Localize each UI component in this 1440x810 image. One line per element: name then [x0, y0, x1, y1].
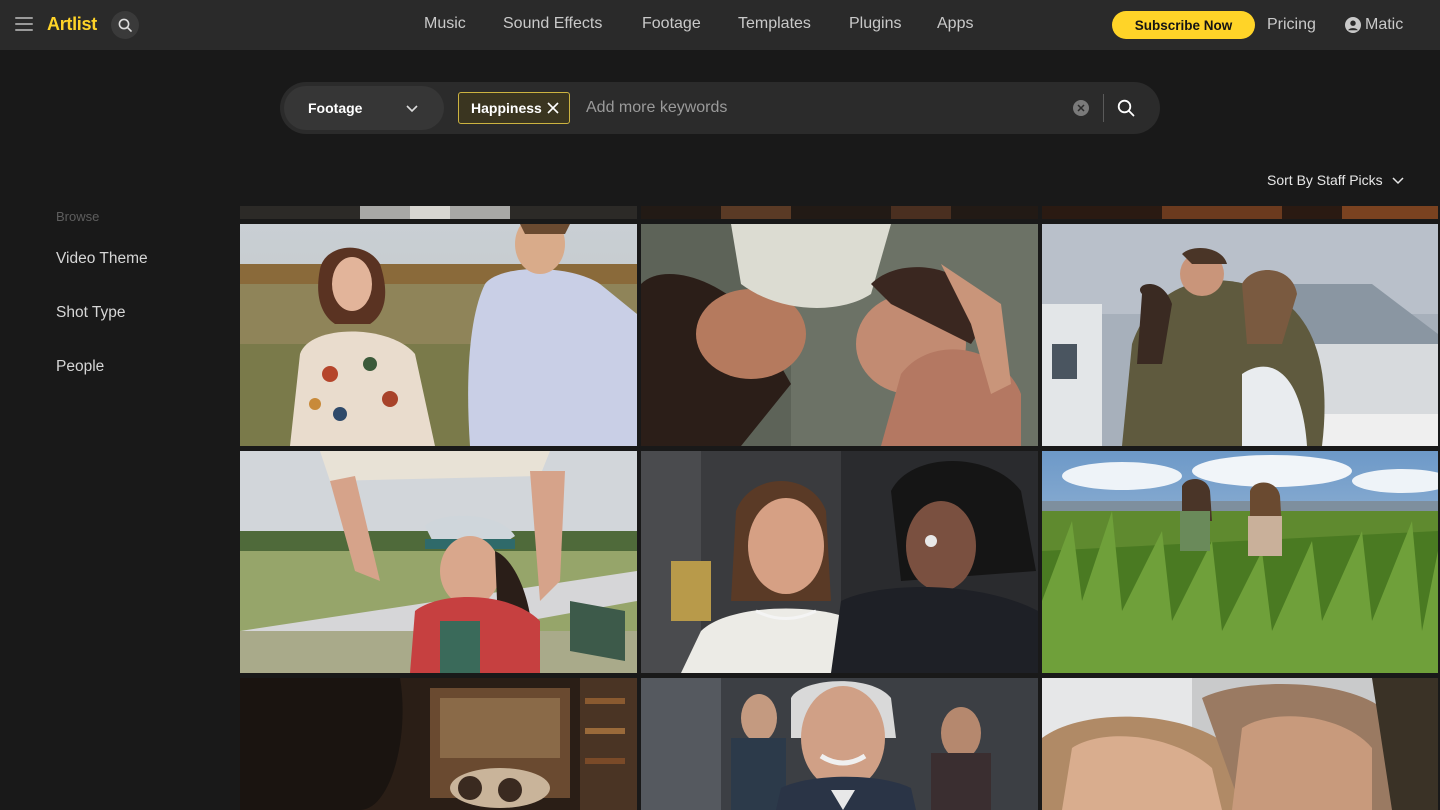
footage-thumbnail[interactable]	[1042, 678, 1438, 810]
footage-thumbnail[interactable]	[1042, 206, 1438, 219]
footage-thumbnail[interactable]	[240, 451, 637, 673]
footage-thumbnail[interactable]	[641, 206, 1038, 219]
remove-keyword-icon[interactable]	[546, 101, 560, 115]
footage-thumbnail[interactable]	[641, 678, 1038, 810]
footage-thumbnail[interactable]	[641, 224, 1038, 446]
footage-thumbnail[interactable]	[240, 206, 637, 219]
chevron-down-icon	[406, 105, 418, 113]
subscribe-button[interactable]: Subscribe Now	[1112, 11, 1255, 39]
user-avatar-icon	[1345, 17, 1361, 33]
sidebar-item-people[interactable]: People	[56, 358, 104, 376]
footage-thumbnail[interactable]	[240, 224, 637, 446]
artlist-logo[interactable]: Artlist	[47, 14, 97, 35]
browse-heading: Browse	[56, 209, 100, 224]
nav-templates[interactable]: Templates	[738, 15, 811, 33]
pricing-link[interactable]: Pricing	[1267, 16, 1316, 34]
nav-plugins[interactable]: Plugins	[849, 15, 901, 33]
footage-thumbnail[interactable]	[240, 678, 637, 810]
sort-label: Sort By Staff Picks	[1267, 172, 1383, 188]
search-divider	[1103, 94, 1104, 122]
nav-music[interactable]: Music	[424, 15, 466, 33]
user-menu[interactable]: Matic	[1345, 16, 1403, 34]
sidebar-item-video-theme[interactable]: Video Theme	[56, 250, 148, 268]
nav-sound-effects[interactable]: Sound Effects	[503, 15, 602, 33]
sidebar-item-shot-type[interactable]: Shot Type	[56, 304, 126, 322]
asset-type-label: Footage	[308, 100, 363, 116]
search-submit-icon[interactable]	[1114, 96, 1138, 120]
footage-thumbnail[interactable]	[641, 451, 1038, 673]
nav-footage[interactable]: Footage	[642, 15, 701, 33]
footage-thumbnail[interactable]	[1042, 451, 1438, 673]
search-icon[interactable]	[111, 11, 139, 39]
menu-icon[interactable]	[15, 17, 33, 33]
keyword-chip-label: Happiness	[471, 100, 542, 116]
sort-dropdown[interactable]: Sort By Staff Picks	[1267, 172, 1405, 188]
nav-apps[interactable]: Apps	[937, 15, 973, 33]
top-bar: Artlist Music Sound Effects Footage Temp…	[0, 0, 1440, 50]
footage-thumbnail[interactable]	[1042, 224, 1438, 446]
keyword-chip: Happiness	[458, 92, 570, 124]
clear-search-icon[interactable]	[1073, 100, 1089, 116]
search-bar: Footage Happiness	[280, 82, 1160, 134]
asset-type-dropdown[interactable]: Footage	[284, 86, 444, 130]
chevron-down-icon	[1392, 177, 1404, 185]
user-name: Matic	[1365, 16, 1404, 33]
keyword-input[interactable]	[586, 96, 1056, 120]
